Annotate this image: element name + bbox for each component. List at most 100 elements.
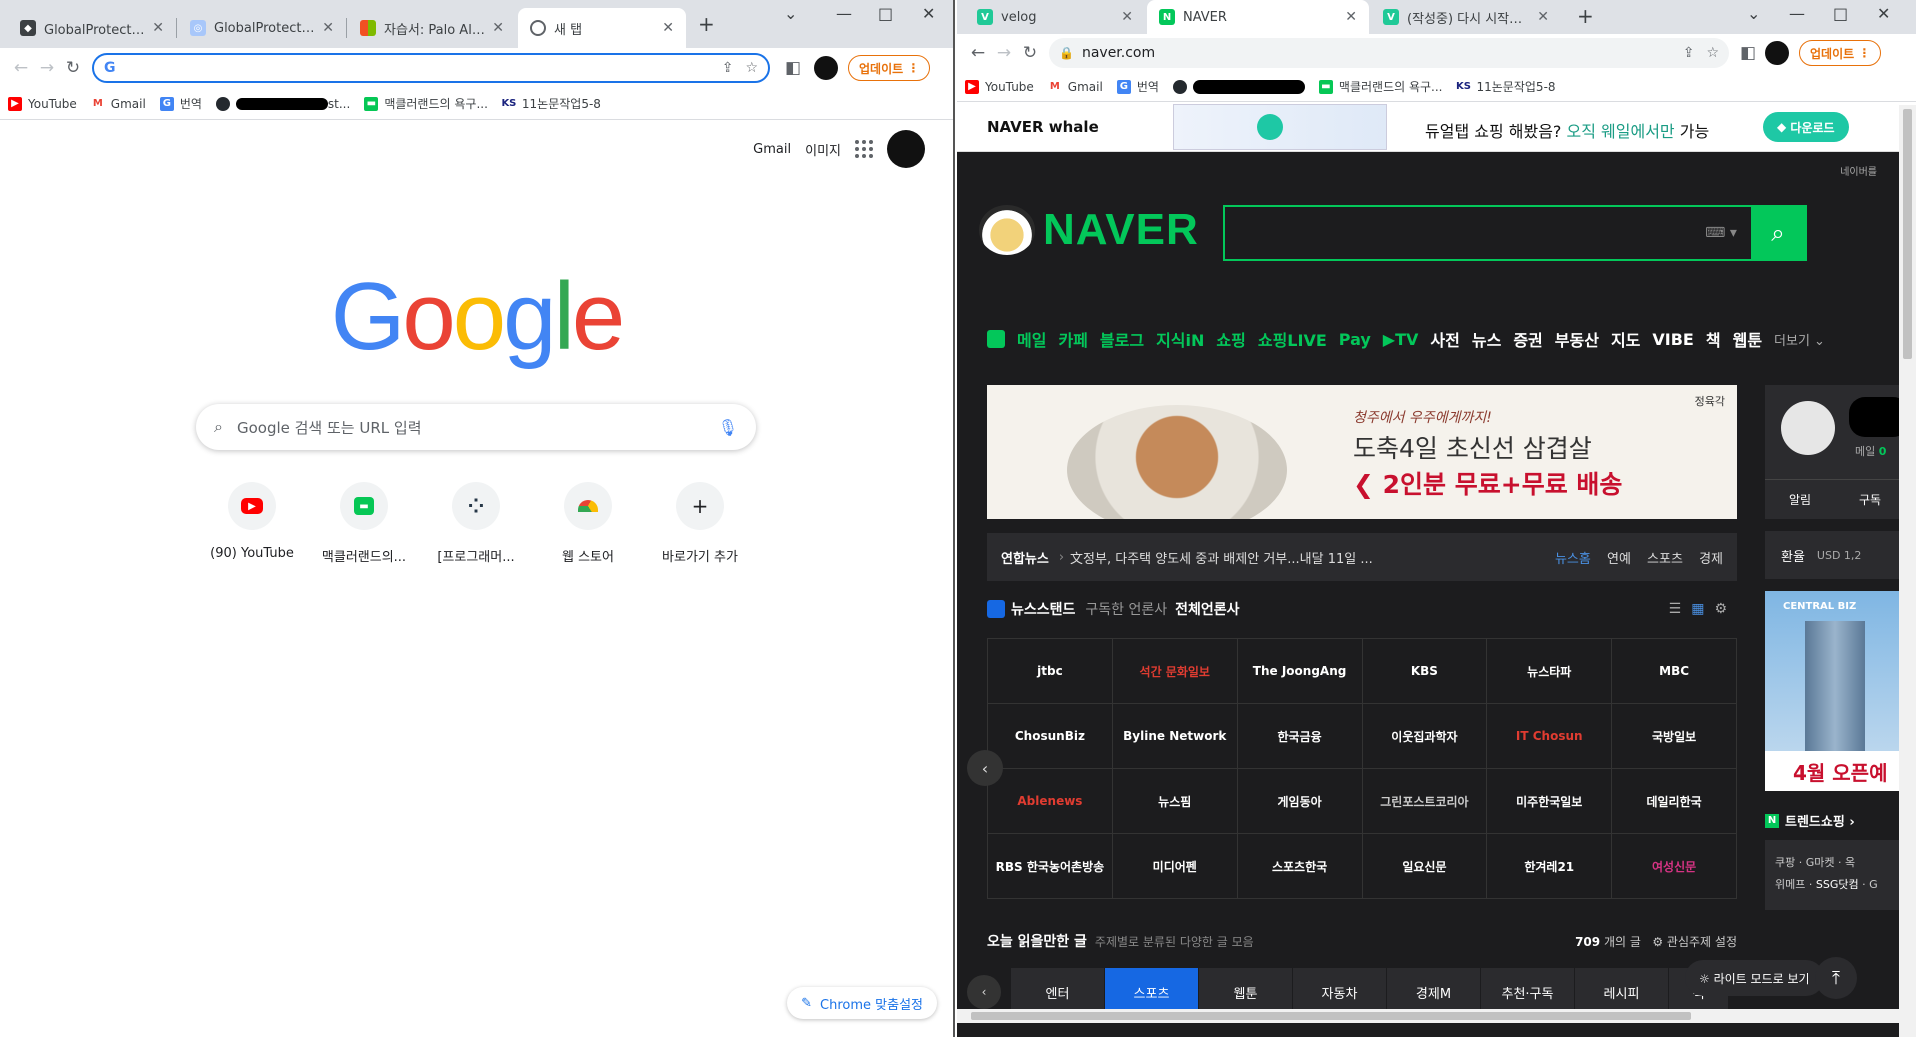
close-window-button[interactable]: ✕ (1877, 4, 1890, 23)
service-mail[interactable]: 메일 (1017, 327, 1046, 351)
shortcut-mcclelland[interactable]: ▬ 맥클러랜드의... (308, 482, 420, 565)
tab-palo-alto-tutorial[interactable]: 자습서: Palo Alto N✕ (348, 8, 516, 48)
share-icon[interactable]: ⇪ (1683, 45, 1695, 61)
press-logo[interactable]: 석간 문화일보 (1112, 639, 1238, 704)
topic-settings-link[interactable]: ⚙ 관심주제 설정 (1652, 935, 1737, 949)
close-icon[interactable]: ✕ (492, 20, 504, 36)
profile-avatar[interactable] (814, 56, 838, 80)
customize-chrome-button[interactable]: ✎ Chrome 맞춤설정 (787, 987, 937, 1019)
side-panel-icon[interactable]: ◧ (780, 58, 806, 78)
whale-banner[interactable]: NAVER whale 듀얼탭 쇼핑 해봤음? 오직 웨일에서만 가능 ◆ 다운… (957, 102, 1916, 152)
press-logo[interactable]: 한국금융 (1237, 704, 1363, 769)
press-logo[interactable]: Ablenews (988, 769, 1113, 834)
press-logo[interactable]: 일요신문 (1362, 834, 1488, 899)
bookmark-youtube[interactable]: ▶ YouTube (965, 79, 1034, 94)
user-avatar[interactable] (1781, 401, 1835, 455)
lite-mode-button[interactable]: ☼ 라이트 모드로 보기 (1685, 960, 1824, 996)
reload-icon[interactable]: ↻ (60, 58, 86, 78)
bookmark-mcclelland[interactable]: ▬ 맥클러랜드의 욕구... (1318, 78, 1443, 95)
subscribed-press-tab[interactable]: 구독한 언론사 (1085, 599, 1167, 619)
press-logo[interactable]: IT Chosun (1487, 704, 1613, 769)
press-logo[interactable]: 여성신문 (1612, 834, 1737, 899)
close-icon[interactable]: ✕ (662, 20, 674, 36)
images-link[interactable]: 이미지 (805, 140, 841, 159)
tab-velog-draft[interactable]: V (작성중) 다시 시작하는 윈도우✕ (1371, 0, 1561, 34)
account-avatar[interactable] (887, 130, 925, 168)
service-shopping-live[interactable]: 쇼핑LIVE (1258, 327, 1327, 351)
shortcut-webstore[interactable]: 웹 스토어 (532, 482, 644, 565)
reload-icon[interactable]: ↻ (1017, 43, 1043, 63)
shortcut-youtube[interactable]: ▶ (90) YouTube (196, 482, 308, 565)
naver-search-input[interactable] (1225, 207, 1691, 259)
service-map[interactable]: 지도 (1611, 327, 1640, 351)
new-tab-button[interactable]: + (698, 12, 715, 36)
service-news[interactable]: 뉴스 (1472, 327, 1501, 351)
address-bar[interactable]: G ⇪ ☆ (92, 53, 770, 83)
close-icon[interactable]: ✕ (322, 20, 334, 36)
bookmark-translate[interactable]: G 번역 (159, 95, 202, 112)
tab-velog[interactable]: V velog ✕ (965, 0, 1145, 34)
news-economy-link[interactable]: 경제 (1699, 552, 1723, 567)
close-icon[interactable]: ✕ (1121, 9, 1133, 25)
scroll-to-top-button[interactable]: ⤒ (1815, 957, 1857, 999)
service-shopping[interactable]: 쇼핑 (1216, 327, 1245, 351)
tab-new-tab[interactable]: 새 탭 ✕ (518, 8, 686, 48)
press-logo[interactable]: MBC (1612, 639, 1737, 704)
minimize-button[interactable]: — (1789, 4, 1805, 23)
service-book[interactable]: 책 (1706, 327, 1721, 351)
subscribe-link[interactable]: 구독 (1835, 480, 1899, 519)
tab-globalprotect-pc[interactable]: ◎ GlobalProtect™ PC✕ (178, 8, 346, 48)
tab-naver[interactable]: N NAVER ✕ (1147, 0, 1369, 34)
bookmark-mcclelland[interactable]: ▬ 맥클러랜드의 욕구... (364, 95, 488, 112)
apps-icon[interactable] (855, 140, 873, 158)
press-logo[interactable]: 스포츠한국 (1237, 834, 1363, 899)
press-logo[interactable]: 그린포스트코리아 (1362, 769, 1488, 834)
press-logo[interactable]: Byline Network (1112, 704, 1238, 769)
back-icon[interactable]: ← (965, 43, 991, 63)
bookmark-gmail[interactable]: M Gmail (91, 97, 146, 111)
press-logo[interactable]: jtbc (988, 639, 1113, 704)
bookmark-github[interactable] (1172, 79, 1305, 94)
exchange-rate[interactable]: 환율 USD 1,2 (1765, 531, 1899, 579)
gmail-link[interactable]: Gmail (753, 142, 791, 157)
alarm-link[interactable]: 알림 (1765, 480, 1835, 519)
close-icon[interactable]: ✕ (1537, 9, 1549, 25)
press-logo[interactable]: 미주한국일보 (1487, 769, 1613, 834)
bookmark-gmail[interactable]: M Gmail (1048, 80, 1103, 94)
banner-ad[interactable]: 정육각 청주에서 우주에게까지! 도축4일 초신선 삼겹살 ❮ 2인분 무료+무… (987, 385, 1737, 519)
tab-search-icon[interactable]: ⌄ (1747, 4, 1760, 23)
forward-icon[interactable]: → (991, 43, 1017, 63)
back-icon[interactable]: ← (8, 58, 34, 78)
ntp-search-box[interactable]: ⌕ Google 검색 또는 URL 입력 🎙 (196, 404, 756, 450)
service-more[interactable]: 더보기 ⌄ (1774, 330, 1825, 349)
tab-search-icon[interactable]: ⌄ (784, 4, 797, 23)
tab-globalprotect-settings[interactable]: ◆ GlobalProtect 설정✕ (8, 8, 176, 48)
news-sports-link[interactable]: 스포츠 (1647, 552, 1683, 567)
list-view-icon[interactable]: ☰ (1669, 601, 1692, 617)
mail-count[interactable]: 메일 0 (1855, 443, 1886, 459)
service-dictionary[interactable]: 사전 (1430, 327, 1459, 351)
naver-search-button[interactable]: ⌕ (1751, 207, 1805, 259)
press-logo[interactable]: 뉴스핌 (1112, 769, 1238, 834)
close-window-button[interactable]: ✕ (922, 4, 935, 23)
update-button[interactable]: 업데이트 ⋮ (848, 55, 931, 81)
address-bar[interactable]: 🔒 naver.com ⇪ ☆ (1049, 38, 1729, 68)
press-logo[interactable]: The JoongAng (1237, 639, 1363, 704)
service-realestate[interactable]: 부동산 (1555, 327, 1599, 351)
news-home-link[interactable]: 뉴스홈 (1555, 552, 1591, 567)
press-logo[interactable]: 국방일보 (1612, 704, 1737, 769)
maximize-button[interactable]: □ (1833, 4, 1848, 23)
keyboard-icon[interactable]: ⌨ ▾ (1691, 207, 1751, 259)
service-vibe[interactable]: VIBE (1652, 330, 1693, 349)
press-logo[interactable]: 한겨레21 (1487, 834, 1613, 899)
bookmark-github[interactable]: st... (215, 96, 350, 111)
bookmark-star-icon[interactable]: ☆ (745, 60, 758, 76)
press-logo[interactable]: KBS (1362, 639, 1488, 704)
side-panel-icon[interactable]: ◧ (1735, 43, 1761, 63)
press-logo[interactable]: 게임동아 (1237, 769, 1363, 834)
news-headline[interactable]: 文정부, 다주택 양도세 중과 배제안 거부...내달 11일 ... (1070, 548, 1543, 567)
service-pay[interactable]: Pay (1339, 330, 1371, 349)
whale-download-button[interactable]: ◆ 다운로드 (1763, 112, 1849, 142)
press-logo[interactable]: 미디어펜 (1112, 834, 1238, 899)
profile-avatar[interactable] (1765, 41, 1789, 65)
